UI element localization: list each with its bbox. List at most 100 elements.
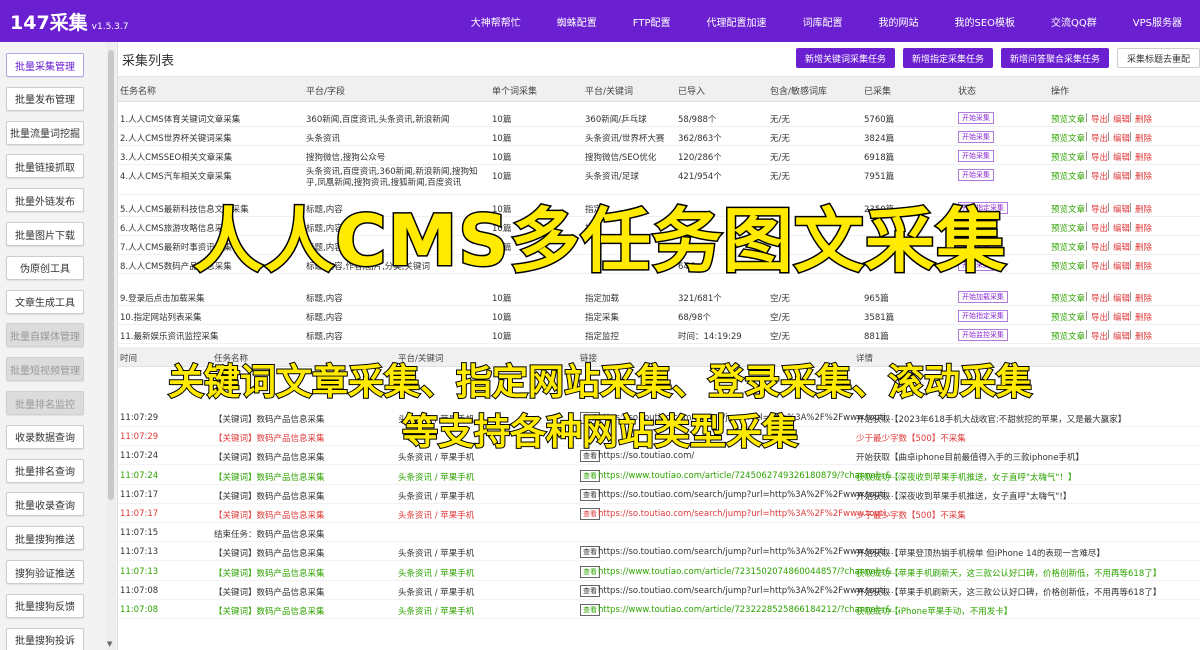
cell-field: 搜狗微信,搜狗公众号 xyxy=(306,153,386,163)
op-link-1[interactable]: 导出 xyxy=(1091,292,1108,304)
op-link-2[interactable]: 编辑 xyxy=(1113,170,1130,182)
log-url[interactable]: https://so.toutiao.com/search/jump?url=h… xyxy=(598,509,894,519)
log-kw: 头条资讯 / 苹果手机 xyxy=(398,472,475,483)
op-link-1[interactable]: 导出 xyxy=(1091,113,1108,125)
op-link-2[interactable]: 编辑 xyxy=(1113,292,1130,304)
cell-name: 9.登录后点击加载采集 xyxy=(120,294,205,304)
sidebar-item-1[interactable]: 批量发布管理 xyxy=(6,86,84,111)
nav-item-4[interactable]: 词库配置 xyxy=(784,14,860,29)
sidebar-item-16[interactable]: 批量搜狗反馈 xyxy=(6,593,84,618)
column-header-8: 操作 xyxy=(1051,87,1070,97)
status-button[interactable]: 开始加载采集 xyxy=(958,291,1008,303)
cell-name: 11.最新娱乐资讯监控采集 xyxy=(120,332,219,342)
op-link-2[interactable]: 编辑 xyxy=(1113,151,1130,163)
view-button[interactable]: 查看 xyxy=(580,488,600,501)
status-button[interactable]: 开始采集 xyxy=(958,150,994,162)
op-link-2[interactable]: 编辑 xyxy=(1113,132,1130,144)
op-separator: | xyxy=(1129,292,1132,302)
log-kw: 头条资讯 / 苹果手机 xyxy=(398,549,475,560)
op-link-2[interactable]: 编辑 xyxy=(1113,311,1130,323)
view-button[interactable]: 查看 xyxy=(580,604,600,616)
op-link-3[interactable]: 删除 xyxy=(1135,292,1152,304)
view-button[interactable]: 查看 xyxy=(580,584,600,597)
sidebar-item-17[interactable]: 批量搜狗投诉 xyxy=(6,627,84,650)
status-button[interactable]: 开始监控采集 xyxy=(958,329,1008,341)
column-header-5: 包含/敏感词库 xyxy=(770,87,828,97)
cell-kw: 指定采集 xyxy=(585,313,620,323)
sidebar-item-12[interactable]: 批量排名查询 xyxy=(6,458,84,483)
toolbar-button-3[interactable]: 采集标题去重配 xyxy=(1116,48,1200,68)
sidebar-scrollbar[interactable]: ▼ xyxy=(106,42,116,650)
op-link-3[interactable]: 删除 xyxy=(1135,170,1152,182)
sidebar-item-7[interactable]: 文章生成工具 xyxy=(6,289,84,314)
view-button[interactable]: 查看 xyxy=(580,546,600,559)
view-button[interactable]: 查看 xyxy=(580,565,600,578)
log-task: 【关键词】数码产品信息采集 xyxy=(214,568,325,579)
toolbar-button-2[interactable]: 新增问答聚合采集任务 xyxy=(1000,48,1109,68)
status-button[interactable]: 开始采集 xyxy=(958,131,994,143)
op-separator: | xyxy=(1107,132,1110,142)
sidebar-item-2[interactable]: 批量流量词挖掘 xyxy=(6,120,84,145)
log-kw: 头条资讯 / 苹果手机 xyxy=(398,587,475,598)
log-url[interactable]: https://so.toutiao.com/search/jump?url=h… xyxy=(598,490,894,500)
op-link-1[interactable]: 导出 xyxy=(1091,330,1108,342)
toolbar-button-0[interactable]: 新增关键词采集任务 xyxy=(795,48,895,68)
top-nav: 大神帮帮忙 蜘蛛配置 FTP配置 代理配置加速 词库配置 我的网站 我的SEO模板 交流QQ群… xyxy=(453,0,1200,42)
op-separator: | xyxy=(1129,151,1132,161)
cell-per: 10篇 xyxy=(492,294,512,304)
cell-kw: 指定监控 xyxy=(585,332,620,342)
nav-item-8[interactable]: VPS服务器 xyxy=(1115,14,1200,29)
op-link-0[interactable]: 预览文章 xyxy=(1051,170,1085,182)
cell-kw: 头条资讯/世界杯大赛 xyxy=(585,134,665,144)
log-url[interactable]: https://www.toutiao.com/article/72322285… xyxy=(598,605,900,615)
op-link-1[interactable]: 导出 xyxy=(1091,132,1108,144)
nav-item-6[interactable]: 我的SEO模板 xyxy=(936,14,1033,29)
sidebar-item-0[interactable]: 批量采集管理 xyxy=(6,53,84,77)
op-link-0[interactable]: 预览文章 xyxy=(1051,311,1085,323)
op-link-1[interactable]: 导出 xyxy=(1091,311,1108,323)
view-button[interactable]: 查看 xyxy=(580,508,600,520)
status-button[interactable]: 开始采集 xyxy=(958,112,994,124)
sidebar-item-3[interactable]: 批量链接抓取 xyxy=(6,154,84,179)
op-link-0[interactable]: 预览文章 xyxy=(1051,113,1085,125)
nav-item-1[interactable]: 蜘蛛配置 xyxy=(539,14,615,29)
status-button[interactable]: 开始指定采集 xyxy=(958,310,1008,322)
op-link-3[interactable]: 删除 xyxy=(1135,330,1152,342)
cell-got: 881篇 xyxy=(864,332,889,342)
nav-item-2[interactable]: FTP配置 xyxy=(615,14,689,29)
view-button[interactable]: 查看 xyxy=(580,469,600,482)
sidebar-item-15[interactable]: 搜狗验证推送 xyxy=(6,560,84,584)
log-url[interactable]: https://so.toutiao.com/search/jump?url=h… xyxy=(598,547,894,557)
log-time: 11:07:08 xyxy=(120,585,159,596)
log-row: 11:07:08 【关键词】数码产品信息采集 头条资讯 / 苹果手机 查看 https:… xyxy=(118,600,1200,619)
nav-item-0[interactable]: 大神帮帮忙 xyxy=(453,14,539,29)
op-link-1[interactable]: 导出 xyxy=(1091,151,1108,163)
nav-item-7[interactable]: 交流QQ群 xyxy=(1033,14,1115,29)
log-time: 11:07:17 xyxy=(120,489,159,500)
op-link-2[interactable]: 编辑 xyxy=(1113,113,1130,125)
status-button[interactable]: 开始采集 xyxy=(958,169,994,181)
log-url[interactable]: https://www.toutiao.com/article/72315020… xyxy=(598,567,900,577)
op-link-3[interactable]: 删除 xyxy=(1135,132,1152,144)
sidebar-item-14[interactable]: 批量搜狗推送 xyxy=(6,526,84,551)
log-detail: 开始获取【苹果登顶热销手机榜单 但iPhone 14的表现一言难尽】 xyxy=(856,549,1105,560)
op-link-0[interactable]: 预览文章 xyxy=(1051,151,1085,163)
sidebar-item-13[interactable]: 批量收录查询 xyxy=(6,492,84,517)
nav-item-3[interactable]: 代理配置加速 xyxy=(688,14,784,29)
op-link-3[interactable]: 删除 xyxy=(1135,311,1152,323)
toolbar-button-1[interactable]: 新增指定采集任务 xyxy=(902,48,993,68)
table-row: 9.登录后点击加载采集 标题,内容 10篇 指定加载 321/681个 空/无 965篇 开始… xyxy=(118,287,1200,306)
op-link-0[interactable]: 预览文章 xyxy=(1051,132,1085,144)
op-link-3[interactable]: 删除 xyxy=(1135,151,1152,163)
op-link-2[interactable]: 编辑 xyxy=(1113,330,1130,342)
log-detail: 开始获取【苹果手机刷新天，这三款公认好口碑，价格创新低，不用再等618了】 xyxy=(856,587,1162,598)
op-link-0[interactable]: 预览文章 xyxy=(1051,330,1085,342)
op-link-0[interactable]: 预览文章 xyxy=(1051,292,1085,304)
op-link-3[interactable]: 删除 xyxy=(1135,113,1152,125)
log-url[interactable]: https://www.toutiao.com/article/72450627… xyxy=(598,471,900,481)
op-link-1[interactable]: 导出 xyxy=(1091,170,1108,182)
nav-item-5[interactable]: 我的网站 xyxy=(860,14,936,29)
log-url[interactable]: https://so.toutiao.com/search/jump?url=h… xyxy=(598,586,894,596)
scroll-down-icon[interactable]: ▼ xyxy=(107,640,112,648)
log-time: 11:07:13 xyxy=(120,547,159,558)
